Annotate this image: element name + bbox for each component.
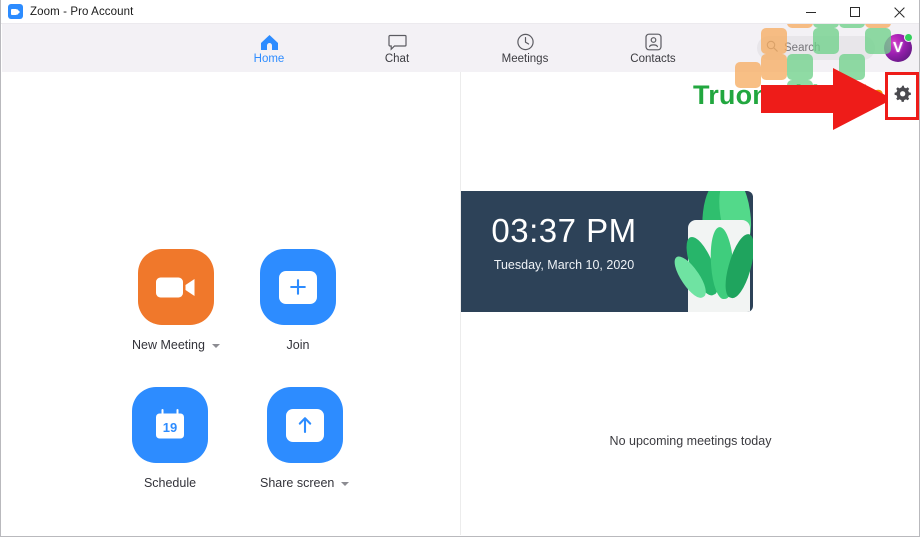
minimize-icon[interactable] <box>789 0 833 24</box>
plant-illustration <box>653 191 753 312</box>
schedule-button[interactable]: 19 Schedule <box>132 387 208 490</box>
new-meeting-button[interactable]: New Meeting <box>132 249 220 352</box>
join-button[interactable]: Join <box>260 249 336 352</box>
share-screen-label: Share screen <box>260 477 334 490</box>
tab-meetings-label: Meetings <box>502 54 549 66</box>
gear-icon[interactable] <box>894 85 911 107</box>
tab-meetings[interactable]: Meetings <box>488 31 562 66</box>
search-placeholder: Search <box>784 42 820 54</box>
home-icon <box>260 31 279 51</box>
chevron-down-icon[interactable] <box>212 344 220 348</box>
zoom-app-window: Zoom - Pro Account Home <box>0 0 920 537</box>
video-camera-icon <box>138 249 214 325</box>
chat-bubble-icon <box>388 31 407 51</box>
svg-text:19: 19 <box>163 420 177 435</box>
contact-person-icon <box>645 31 662 51</box>
navigation-bar: Home Chat Meetings <box>2 24 920 72</box>
share-screen-button[interactable]: Share screen <box>260 387 349 490</box>
avatar-initial: V <box>893 40 903 55</box>
calendar-icon: 19 <box>132 387 208 463</box>
presence-online-indicator <box>904 33 913 42</box>
new-meeting-label: New Meeting <box>132 339 205 352</box>
plus-icon <box>260 249 336 325</box>
meetings-panel: 03:37 PM Tuesday, March 10, 2020 No upco… <box>461 72 920 535</box>
zoom-camera-icon <box>8 4 23 19</box>
current-date: Tuesday, March 10, 2020 <box>461 259 667 272</box>
tab-chat-label: Chat <box>385 54 409 66</box>
clock-icon <box>516 31 535 51</box>
join-label: Join <box>287 339 310 352</box>
tab-contacts[interactable]: Contacts <box>616 31 690 66</box>
schedule-label: Schedule <box>144 477 196 490</box>
chevron-down-icon[interactable] <box>341 482 349 486</box>
search-input[interactable]: Search <box>757 36 875 60</box>
window-title: Zoom - Pro Account <box>30 6 133 18</box>
tab-chat[interactable]: Chat <box>360 31 434 66</box>
empty-meetings-message: No upcoming meetings today <box>461 434 920 448</box>
action-grid: New Meeting Join <box>2 72 460 535</box>
clock-card: 03:37 PM Tuesday, March 10, 2020 <box>461 191 753 312</box>
window-controls <box>789 0 920 24</box>
close-icon[interactable] <box>877 0 920 24</box>
tab-home[interactable]: Home <box>232 31 306 66</box>
tab-contacts-label: Contacts <box>630 54 675 66</box>
current-time: 03:37 PM <box>461 214 667 247</box>
title-bar: Zoom - Pro Account <box>1 0 920 24</box>
main-content: New Meeting Join <box>2 72 920 535</box>
avatar[interactable]: V <box>884 34 912 62</box>
maximize-icon[interactable] <box>833 0 877 24</box>
search-icon <box>766 39 778 57</box>
tab-home-label: Home <box>254 54 285 66</box>
settings-button-highlight[interactable] <box>885 72 919 120</box>
upload-arrow-icon <box>267 387 343 463</box>
